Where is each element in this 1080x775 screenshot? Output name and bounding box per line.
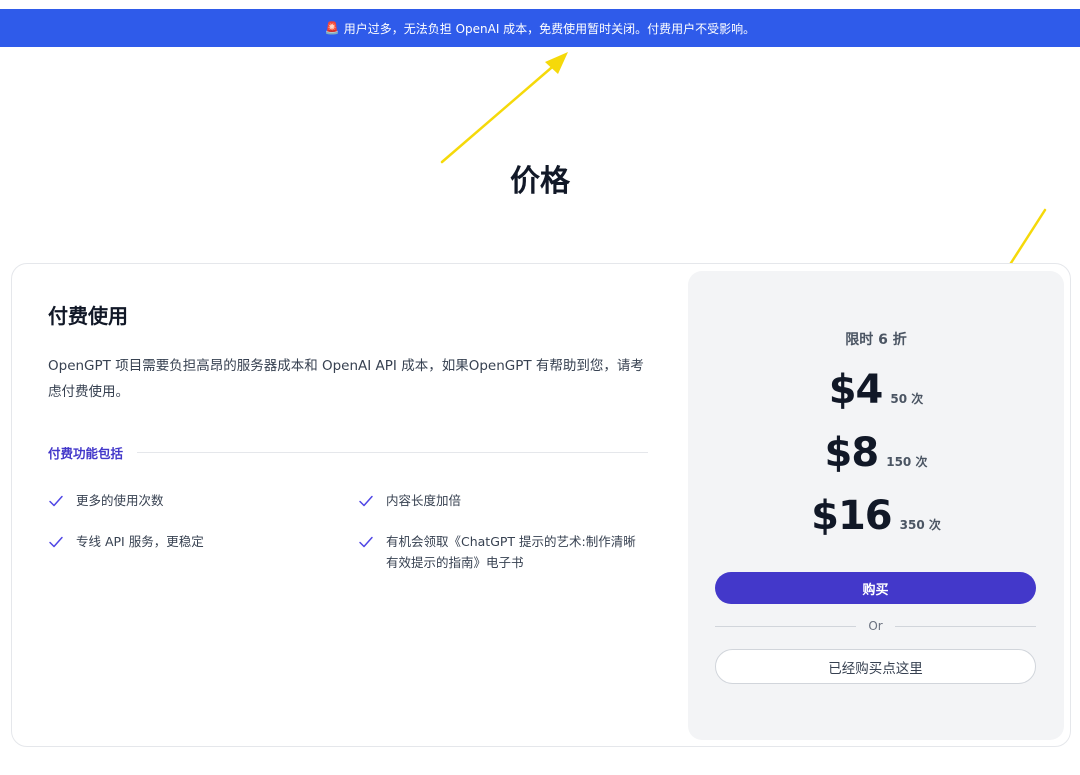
price-amount: $4: [828, 367, 884, 413]
features-heading: 付费功能包括: [48, 446, 124, 461]
feature-item: 专线 API 服务，更稳定: [48, 531, 358, 573]
already-purchased-button[interactable]: 已经购买点这里: [715, 649, 1036, 684]
price-tier: $16 350 次: [688, 493, 1064, 539]
feature-text: 有机会领取《ChatGPT 提示的艺术:制作清晰有效提示的指南》电子书: [386, 534, 636, 570]
feature-item: 有机会领取《ChatGPT 提示的艺术:制作清晰有效提示的指南》电子书: [358, 531, 648, 573]
check-icon: [49, 495, 63, 507]
feature-list: 更多的使用次数 内容长度加倍 专线 API 服务，更稳定 有机会领取《ChatG…: [48, 490, 648, 573]
promo-label: 限时 6 折: [845, 332, 907, 348]
price-panel: 限时 6 折 $4 50 次 $8 150 次 $16 350 次 购买 Or …: [688, 271, 1064, 740]
banner-text: 用户过多，无法负担 OpenAI 成本，免费使用暂时关闭。付费用户不受影响。: [343, 21, 756, 36]
annotation-arrowhead-banner: [545, 52, 568, 74]
features-divider: [137, 452, 648, 453]
feature-item: 更多的使用次数: [48, 490, 358, 511]
price-amount: $8: [824, 430, 880, 476]
annotation-arrow-banner: [440, 60, 560, 164]
feature-text: 更多的使用次数: [76, 493, 164, 508]
features-heading-row: 付费功能包括: [48, 443, 648, 462]
feature-text: 内容长度加倍: [386, 493, 462, 508]
price-tier: $4 50 次: [688, 367, 1064, 413]
buy-button[interactable]: 购买: [715, 572, 1036, 604]
feature-item: 内容长度加倍: [358, 490, 648, 511]
pricing-card: 付费使用 OpenGPT 项目需要负担高昂的服务器成本和 OpenAI API …: [11, 263, 1071, 747]
plan-description: OpenGPT 项目需要负担高昂的服务器成本和 OpenAI API 成本，如果…: [48, 358, 644, 400]
divider-line: [894, 625, 1037, 627]
divider-line: [715, 625, 857, 627]
feature-text: 专线 API 服务，更稳定: [76, 534, 204, 549]
page-title: 价格: [510, 164, 570, 199]
plan-title: 付费使用: [48, 304, 128, 328]
or-divider: Or: [715, 619, 1037, 633]
price-usage-count: 150 次: [886, 455, 928, 469]
check-icon: [359, 495, 373, 507]
check-icon: [359, 536, 373, 548]
or-label: Or: [868, 619, 883, 633]
price-usage-count: 50 次: [890, 392, 924, 406]
price-amount: $16: [811, 493, 892, 539]
price-tier: $8 150 次: [688, 430, 1064, 476]
check-icon: [49, 536, 63, 548]
announcement-banner: 🚨 用户过多，无法负担 OpenAI 成本，免费使用暂时关闭。付费用户不受影响。: [0, 9, 1080, 47]
price-usage-count: 350 次: [899, 518, 941, 532]
plan-details: 付费使用 OpenGPT 项目需要负担高昂的服务器成本和 OpenAI API …: [48, 300, 648, 573]
warning-light-icon: 🚨: [324, 21, 340, 35]
